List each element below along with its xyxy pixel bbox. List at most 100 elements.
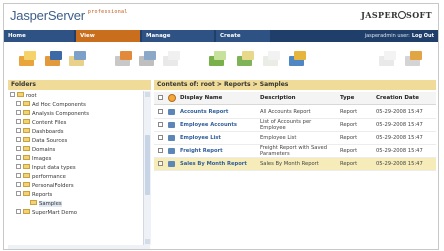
row-checkbox[interactable] bbox=[158, 109, 163, 114]
folder-icon bbox=[23, 146, 30, 151]
tree-item-analysis[interactable]: Analysis Components bbox=[16, 110, 89, 119]
folder-icon bbox=[23, 137, 30, 142]
scroll-up-icon[interactable] bbox=[145, 92, 150, 97]
jasperserver-window: JasperServer professional JASPER SOFT Home… bbox=[3, 3, 439, 250]
tree-item-personal-folders[interactable]: PersonalFolders bbox=[16, 182, 74, 191]
report-name-link[interactable]: Employee Accounts bbox=[180, 122, 237, 128]
run-icon[interactable] bbox=[138, 50, 158, 68]
tab-home[interactable]: Home bbox=[4, 30, 74, 42]
folders-title: Folders bbox=[11, 81, 36, 88]
report-type: Report bbox=[340, 148, 358, 154]
expand-icon[interactable] bbox=[16, 182, 21, 187]
folder-vertical-scrollbar[interactable] bbox=[143, 91, 151, 245]
column-display-name[interactable]: Display Name bbox=[180, 92, 222, 104]
column-type[interactable]: Type bbox=[340, 92, 354, 104]
expand-icon[interactable] bbox=[16, 164, 21, 169]
expand-icon[interactable] bbox=[16, 119, 21, 124]
expand-icon[interactable] bbox=[16, 137, 21, 142]
folder-tree: root Ad Hoc Components Analysis Componen… bbox=[8, 91, 143, 245]
row-checkbox[interactable] bbox=[158, 122, 163, 127]
report-icon bbox=[168, 161, 175, 167]
report-date: 05-29-2008 15:47 bbox=[376, 148, 423, 154]
import-icon[interactable] bbox=[208, 50, 228, 68]
edit-icon[interactable] bbox=[404, 50, 424, 68]
paste-icon[interactable] bbox=[262, 50, 282, 68]
report-icon bbox=[168, 109, 175, 115]
column-description[interactable]: Description bbox=[260, 92, 296, 104]
table-row[interactable]: Accounts Report All Accounts Report Repo… bbox=[154, 106, 436, 119]
schedule-icon[interactable] bbox=[114, 50, 134, 68]
tree-item-data-sources[interactable]: Data Sources bbox=[16, 137, 67, 146]
tree-item-performance[interactable]: performance bbox=[16, 173, 66, 182]
tree-label: Content Files bbox=[32, 120, 67, 126]
report-name-link[interactable]: Freight Report bbox=[180, 148, 223, 154]
row-checkbox[interactable] bbox=[158, 148, 163, 153]
user-text: jasperadmin user: bbox=[364, 33, 410, 39]
report-description: All Accounts Report bbox=[260, 109, 311, 115]
report-name-link[interactable]: Accounts Report bbox=[180, 109, 228, 115]
report-type: Report bbox=[340, 135, 358, 141]
collapse-icon[interactable] bbox=[16, 191, 21, 196]
expand-icon[interactable] bbox=[16, 101, 21, 106]
tree-item-samples[interactable]: Samples bbox=[30, 200, 62, 209]
settings-icon[interactable] bbox=[378, 50, 398, 68]
table-row[interactable]: Freight Report Freight Report with Saved… bbox=[154, 145, 436, 158]
table-row[interactable]: Employee List Employee List Report 05-29… bbox=[154, 132, 436, 145]
expand-icon[interactable] bbox=[16, 209, 21, 214]
export-icon[interactable] bbox=[162, 50, 182, 68]
column-creation-date[interactable]: Creation Date bbox=[376, 92, 419, 104]
tree-item-dashboards[interactable]: Dashboards bbox=[16, 128, 64, 137]
tree-item-content-files[interactable]: Content Files bbox=[16, 119, 66, 128]
expand-icon[interactable] bbox=[16, 173, 21, 178]
new-folder-icon[interactable] bbox=[18, 50, 38, 68]
copy-icon[interactable] bbox=[68, 50, 88, 68]
delete-icon[interactable] bbox=[288, 50, 308, 68]
select-all-checkbox[interactable] bbox=[158, 95, 163, 100]
cut-icon[interactable] bbox=[236, 50, 256, 68]
tab-manage[interactable]: Manage bbox=[142, 30, 214, 42]
expand-icon[interactable] bbox=[16, 146, 21, 151]
tab-create[interactable]: Create bbox=[216, 30, 270, 42]
row-checkbox-checked[interactable] bbox=[158, 161, 163, 166]
logo-right: SOFT bbox=[406, 10, 432, 20]
folder-icon bbox=[23, 191, 30, 196]
tree-label: Analysis Components bbox=[32, 111, 90, 117]
logout-link[interactable]: Log Out bbox=[412, 33, 434, 39]
tree-label: root bbox=[26, 93, 37, 99]
edition-label: professional bbox=[87, 9, 128, 15]
brand-name: JasperServer bbox=[10, 8, 85, 23]
edit-properties-icon[interactable] bbox=[44, 50, 64, 68]
tab-view[interactable]: View bbox=[76, 30, 140, 42]
report-name-link[interactable]: Sales By Month Report bbox=[180, 161, 247, 167]
report-date: 05-29-2008 15:47 bbox=[376, 135, 423, 141]
scroll-down-icon[interactable] bbox=[145, 239, 150, 244]
report-description: Employee List bbox=[260, 135, 297, 141]
folder-icon bbox=[23, 209, 30, 214]
tree-item-root[interactable]: root bbox=[10, 92, 37, 101]
toolbar bbox=[4, 42, 438, 78]
user-info: jasperadmin user: Log Out bbox=[365, 30, 434, 42]
tree-item-reports[interactable]: Reports bbox=[16, 191, 52, 200]
table-row[interactable]: Employee Accounts List of Accounts per E… bbox=[154, 119, 436, 132]
collapse-icon[interactable] bbox=[10, 92, 15, 97]
report-date: 05-29-2008 15:47 bbox=[376, 109, 423, 115]
scroll-thumb[interactable] bbox=[145, 135, 150, 195]
tree-item-domains[interactable]: Domains bbox=[16, 146, 55, 155]
expand-icon[interactable] bbox=[16, 110, 21, 115]
tree-item-images[interactable]: Images bbox=[16, 155, 51, 164]
tree-label: Images bbox=[32, 156, 52, 162]
folder-icon bbox=[17, 92, 24, 97]
expand-icon[interactable] bbox=[16, 128, 21, 133]
tree-item-supermart-demo[interactable]: SuperMart Demo bbox=[16, 209, 77, 218]
jaspersoft-logo: JASPER SOFT bbox=[361, 10, 432, 20]
folder-icon bbox=[23, 128, 30, 133]
expand-icon[interactable] bbox=[16, 155, 21, 160]
tree-label: Data Sources bbox=[32, 138, 68, 144]
row-checkbox[interactable] bbox=[158, 135, 163, 140]
table-row-selected[interactable]: Sales By Month Report Sales By Month Rep… bbox=[154, 158, 436, 171]
tree-item-input-data-types[interactable]: Input data types bbox=[16, 164, 76, 173]
tree-item-ad-hoc[interactable]: Ad Hoc Components bbox=[16, 101, 86, 110]
folder-horizontal-scrollbar[interactable] bbox=[8, 245, 150, 249]
report-name-link[interactable]: Employee List bbox=[180, 135, 221, 141]
folder-icon bbox=[23, 101, 30, 106]
